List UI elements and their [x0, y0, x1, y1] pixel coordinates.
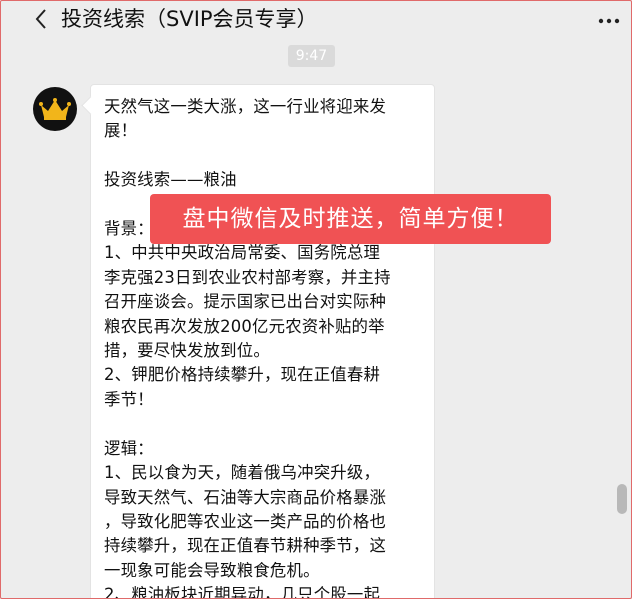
message-text: 天然气这一类大涨，这一行业将迎来发 展！ 投资线索——粮油 背景： 1、中共中央政治… [104, 95, 424, 599]
chevron-left-icon[interactable] [29, 6, 53, 32]
more-dots-icon[interactable] [597, 11, 621, 31]
message-line: 导致天然气、石油等大宗商品价格暴涨 [104, 487, 387, 507]
message-line: 1、民以食为天，随着俄乌冲突升级， [104, 463, 381, 483]
message-line: 天然气这一类大涨，这一行业将迎来发 [104, 97, 387, 116]
message-timestamp: 9:47 [288, 45, 335, 67]
message-bubble[interactable]: 天然气这一类大涨，这一行业将迎来发 展！ 投资线索——粮油 背景： 1、中共中央政治… [90, 84, 435, 599]
crown-icon[interactable] [33, 87, 77, 131]
message-line: 季节！ [104, 389, 154, 409]
message-line: 展！ [104, 121, 138, 141]
message-line: 粮农民再次发放200亿元农资补贴的举 [104, 316, 385, 336]
message-line: 一现象可能会导致粮食危机。 [104, 560, 320, 580]
chat-header: 投资线索（SVIP会员专享） [1, 1, 631, 39]
message-line: 持续攀升，现在正值春节耕种季节，这 [104, 536, 387, 556]
scrollbar-thumb[interactable] [617, 484, 627, 514]
message-line: 召开座谈会。提示国家已出台对实际种 [104, 292, 387, 312]
message-line [104, 412, 424, 436]
message-line [104, 144, 424, 168]
message-line: 1、中共中央政治局常委、国务院总理 [104, 243, 381, 263]
promo-banner: 盘中微信及时推送，简单方便！ [150, 194, 551, 244]
message-line: 投资线索——粮油 [104, 170, 237, 190]
chat-title: 投资线索（SVIP会员专享） [61, 7, 318, 31]
message-line: 李克强23日到农业农村部考察，并主持 [104, 267, 391, 287]
message-line: 2、粮油板块近期异动，几只个股一起 [104, 585, 381, 599]
message-line: 2、钾肥价格持续攀升，现在正值春耕 [104, 365, 381, 385]
message-line: ，导致化肥等农业这一类产品的价格也 [104, 511, 387, 531]
message-line: 逻辑： [104, 438, 154, 458]
message-line: 措，要尽快发放到位。 [104, 341, 270, 361]
